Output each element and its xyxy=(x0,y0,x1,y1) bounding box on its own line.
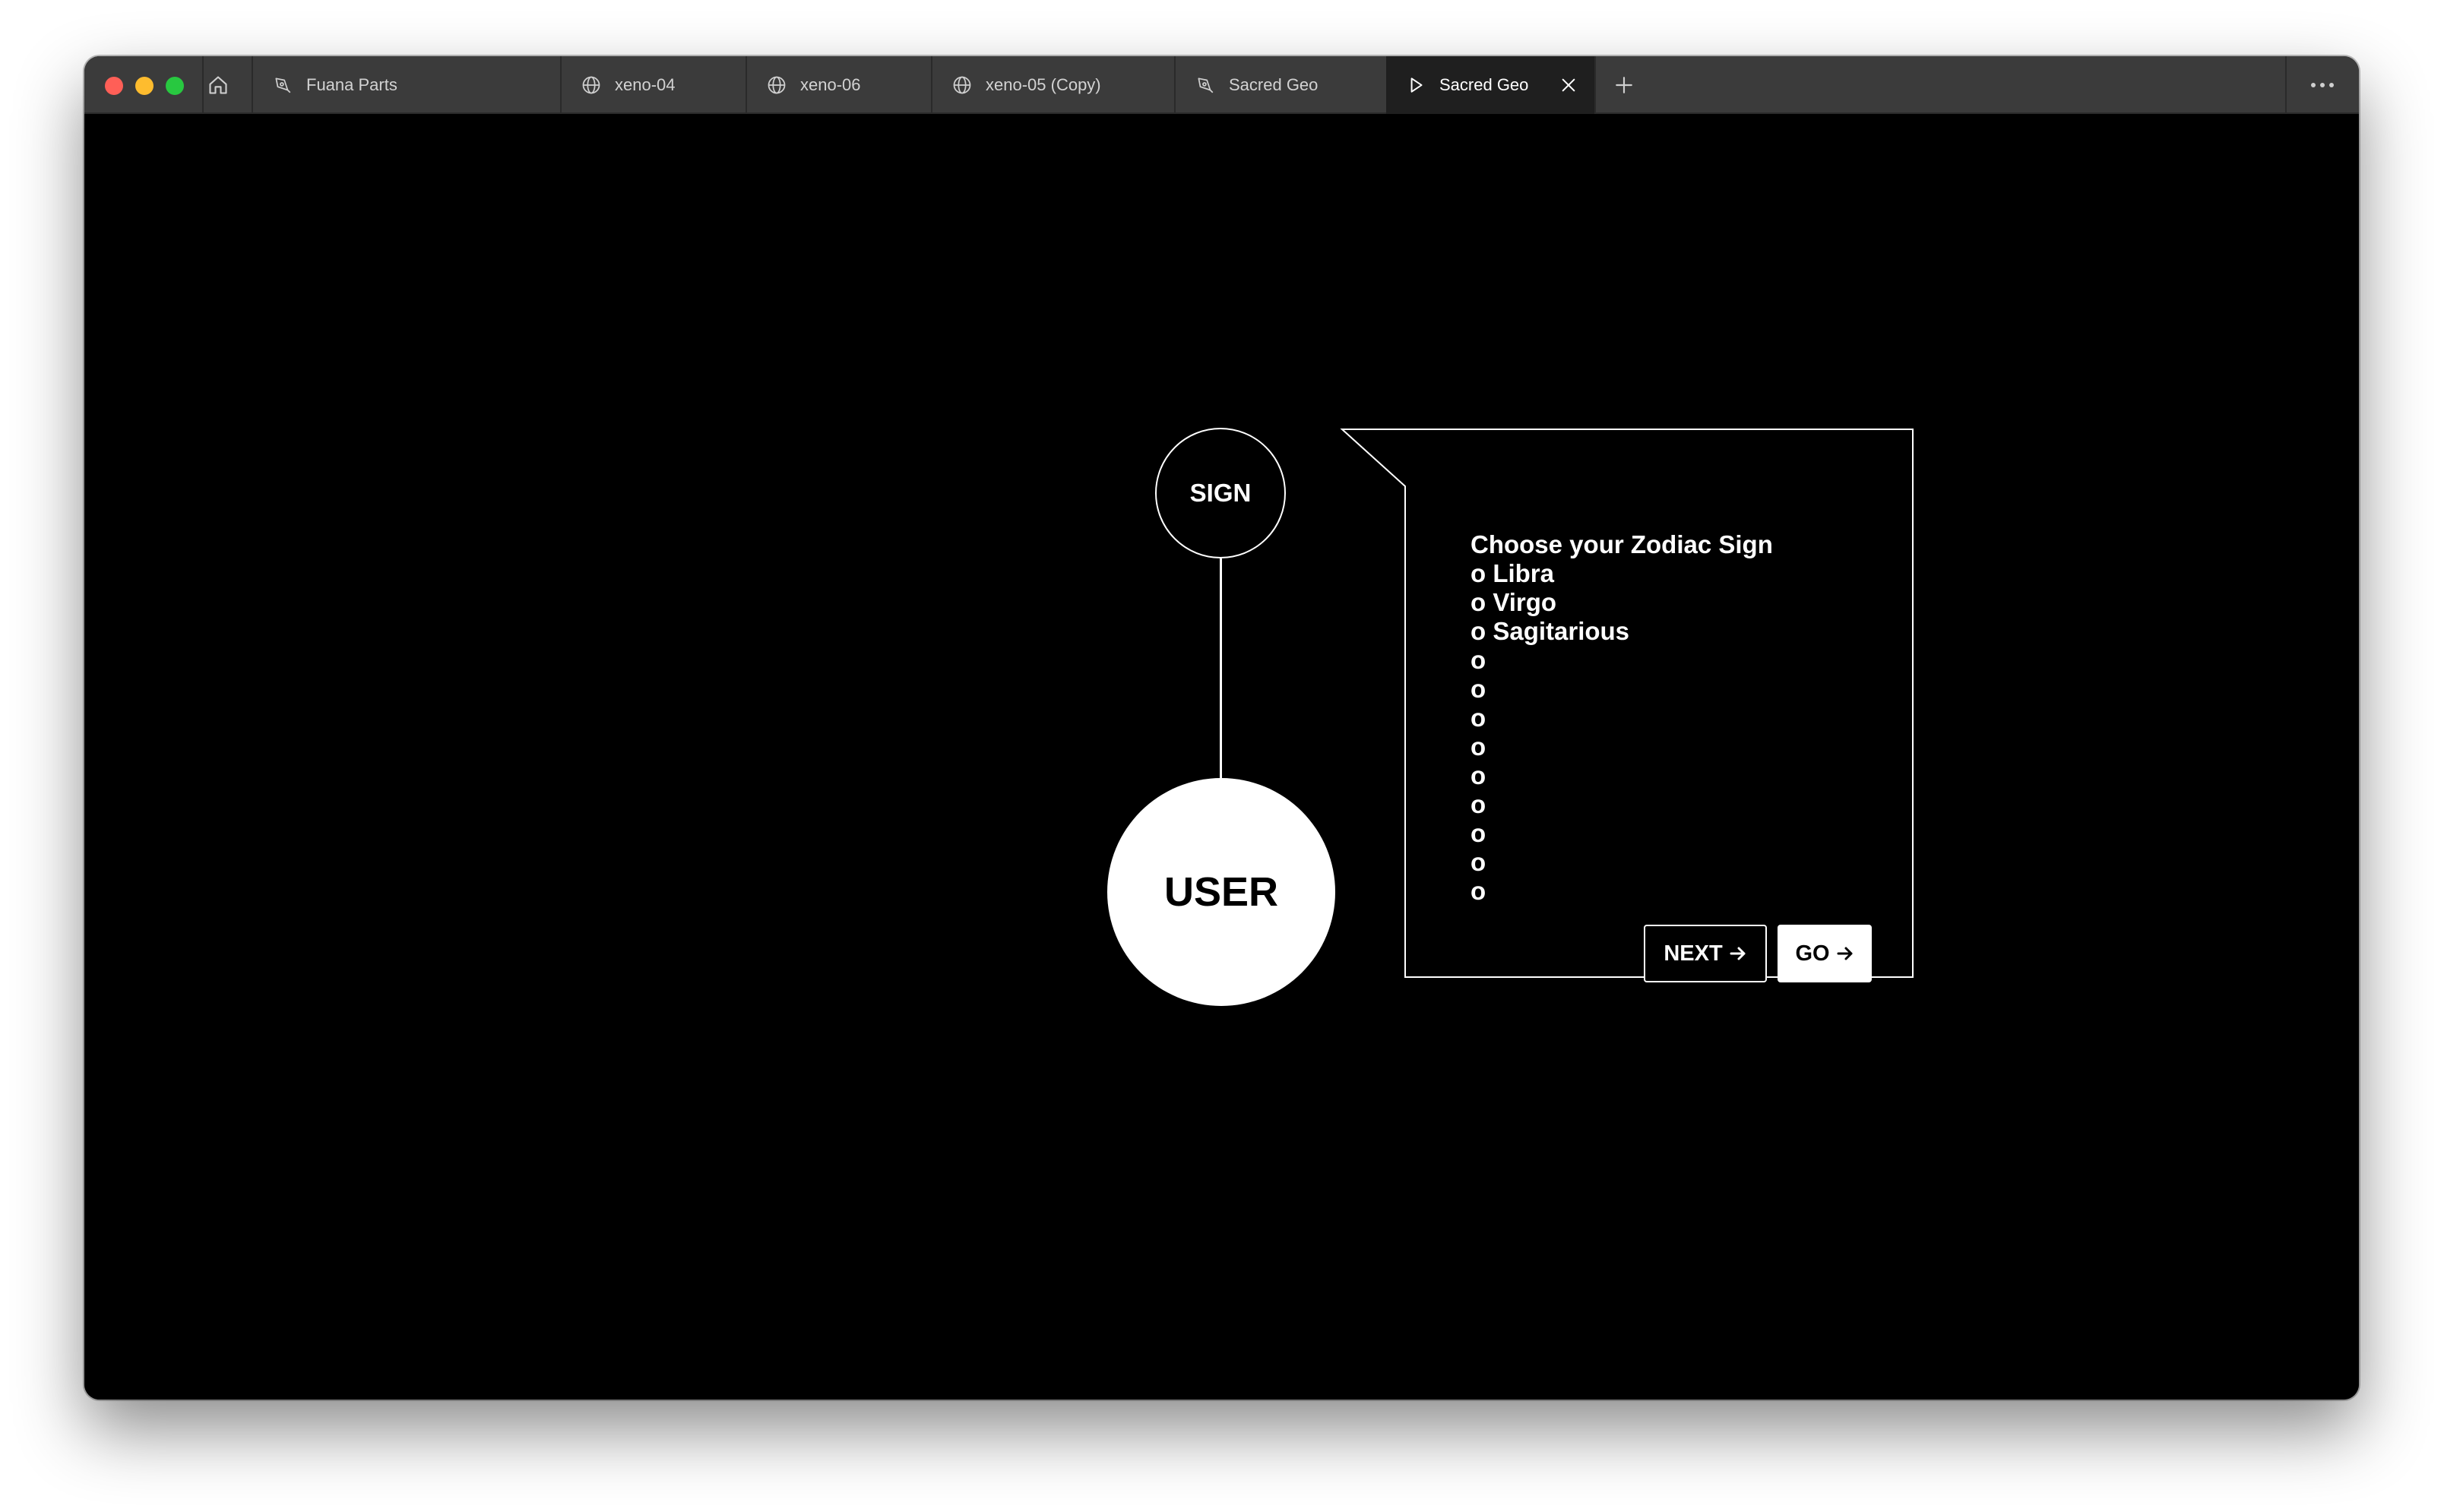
globe-icon xyxy=(951,74,973,96)
node-connector-line xyxy=(1220,558,1222,779)
tab-xeno-04[interactable]: xeno-04 xyxy=(562,56,746,114)
play-icon xyxy=(1404,74,1427,96)
more-options-button[interactable] xyxy=(2303,71,2341,99)
option-empty[interactable]: o xyxy=(1471,819,1773,848)
option-empty[interactable]: o xyxy=(1471,646,1773,675)
sign-node[interactable]: SIGN xyxy=(1155,428,1286,558)
tab-label: xeno-04 xyxy=(615,75,676,94)
globe-icon xyxy=(580,74,603,96)
option-empty[interactable]: o xyxy=(1471,848,1773,877)
close-icon xyxy=(1562,78,1575,92)
home-button[interactable] xyxy=(203,70,233,100)
option-empty[interactable]: o xyxy=(1471,732,1773,761)
go-button-label: GO xyxy=(1795,941,1830,966)
divider xyxy=(1594,56,1596,114)
tab-label: Sacred Geo xyxy=(1229,75,1319,94)
tab-xeno-06[interactable]: xeno-06 xyxy=(747,56,931,114)
close-tab-button[interactable] xyxy=(1558,74,1579,96)
home-icon xyxy=(209,76,227,94)
globe-icon xyxy=(765,74,788,96)
pen-nib-icon xyxy=(1194,74,1217,96)
zoom-window-button[interactable] xyxy=(166,77,184,95)
option-empty[interactable]: o xyxy=(1471,675,1773,704)
option-empty[interactable]: o xyxy=(1471,761,1773,790)
tab-label: Sacred Geo xyxy=(1439,75,1529,94)
tab-sacred-geo[interactable]: Sacred Geo xyxy=(1176,56,1385,114)
user-node[interactable]: USER xyxy=(1107,778,1335,1006)
option-sagitarious[interactable]: o Sagitarious xyxy=(1471,617,1773,646)
arrow-right-icon xyxy=(1729,944,1747,963)
app-window: Fuana Parts xeno-04 xeno-06 xeno-05 (Cop… xyxy=(84,56,2359,1400)
close-window-button[interactable] xyxy=(105,77,123,95)
pen-nib-icon xyxy=(271,74,294,96)
canvas-area: SIGN USER Choose your Zodiac Sign o Libr… xyxy=(84,114,2359,1400)
title-bar: Fuana Parts xeno-04 xeno-06 xeno-05 (Cop… xyxy=(84,56,2359,114)
arrow-right-icon xyxy=(1836,944,1854,963)
option-empty[interactable]: o xyxy=(1471,790,1773,819)
tab-fuana-parts[interactable]: Fuana Parts xyxy=(253,56,560,114)
next-button-label: NEXT xyxy=(1664,941,1723,966)
go-button[interactable]: GO xyxy=(1778,925,1872,982)
minimize-window-button[interactable] xyxy=(135,77,154,95)
option-empty[interactable]: o xyxy=(1471,877,1773,906)
zodiac-options-list: Choose your Zodiac Sign o Libra o Virgo … xyxy=(1471,530,1773,906)
more-horizontal-icon xyxy=(2311,83,2334,87)
plus-icon xyxy=(1616,77,1632,93)
tab-xeno-05-copy[interactable]: xeno-05 (Copy) xyxy=(932,56,1174,114)
sign-node-label: SIGN xyxy=(1189,479,1252,507)
next-button[interactable]: NEXT xyxy=(1644,925,1767,982)
tab-label: xeno-06 xyxy=(800,75,861,94)
option-libra[interactable]: o Libra xyxy=(1471,559,1773,588)
new-tab-button[interactable] xyxy=(1610,71,1638,99)
divider xyxy=(2285,56,2287,114)
option-empty[interactable]: o xyxy=(1471,704,1773,732)
user-node-label: USER xyxy=(1163,869,1279,915)
tab-label: xeno-05 (Copy) xyxy=(986,75,1101,94)
options-heading: Choose your Zodiac Sign xyxy=(1471,530,1773,558)
tab-label: Fuana Parts xyxy=(306,75,397,94)
tab-sacred-geo-active[interactable]: Sacred Geo xyxy=(1386,56,1594,114)
option-virgo[interactable]: o Virgo xyxy=(1471,588,1773,617)
